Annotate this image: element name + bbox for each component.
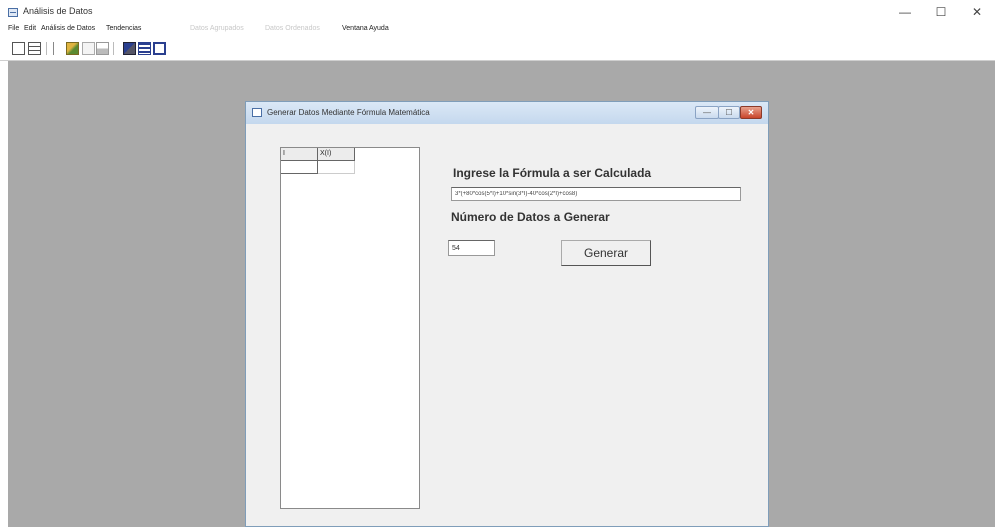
menu-ayuda[interactable]: Ayuda xyxy=(369,25,389,32)
list-icon[interactable] xyxy=(138,42,151,55)
data-grid[interactable]: I X(I) xyxy=(280,147,420,509)
formula-input[interactable] xyxy=(451,187,741,201)
toolbar xyxy=(0,37,995,61)
formula-label: Ingrese la Fórmula a ser Calculada xyxy=(453,166,652,180)
toolbar-separator xyxy=(46,42,47,55)
dialog-titlebar[interactable]: Generar Datos Mediante Fórmula Matemátic… xyxy=(246,102,768,124)
grid-icon[interactable] xyxy=(28,42,41,55)
dialog-close-button[interactable]: ✕ xyxy=(740,106,762,119)
dialog-icon xyxy=(252,108,262,117)
menubar: File Edit Análisis de Datos Tendencias D… xyxy=(0,23,995,37)
generate-data-dialog: Generar Datos Mediante Fórmula Matemátic… xyxy=(245,101,769,527)
menu-edit[interactable]: Edit xyxy=(24,25,36,32)
window-icon[interactable] xyxy=(153,42,166,55)
close-button[interactable]: ✕ xyxy=(959,0,995,24)
count-input[interactable] xyxy=(448,240,495,256)
new-document-icon[interactable] xyxy=(12,42,25,55)
menu-tendencias[interactable]: Tendencias xyxy=(106,25,141,32)
dialog-minimize-button[interactable]: — xyxy=(695,106,719,119)
menu-ventana[interactable]: Ventana xyxy=(342,25,368,32)
grid-cell[interactable] xyxy=(318,161,355,174)
menu-datos-agrupados[interactable]: Datos Agrupados xyxy=(190,25,244,32)
dialog-maximize-button[interactable]: ☐ xyxy=(718,106,740,119)
blank-icon[interactable] xyxy=(53,42,66,55)
app-icon xyxy=(8,8,18,17)
app-titlebar: Análisis de Datos — ☐ ✕ xyxy=(0,0,995,24)
maximize-button[interactable]: ☐ xyxy=(923,0,959,24)
window-controls: — ☐ ✕ xyxy=(887,0,995,24)
menu-file[interactable]: File xyxy=(8,25,19,32)
count-label: Número de Datos a Generar xyxy=(451,210,610,224)
settings-icon[interactable] xyxy=(123,42,136,55)
toolbar-separator xyxy=(113,42,114,55)
menu-analisis-de-datos[interactable]: Análisis de Datos xyxy=(41,25,95,32)
grid-header-xi[interactable]: X(I) xyxy=(318,148,355,161)
app-title: Análisis de Datos xyxy=(23,6,93,16)
dialog-title: Generar Datos Mediante Fórmula Matemátic… xyxy=(267,108,430,117)
minimize-button[interactable]: — xyxy=(887,0,923,24)
generate-button[interactable]: Generar xyxy=(561,240,651,266)
chart-icon[interactable] xyxy=(82,42,95,55)
menu-datos-ordenados[interactable]: Datos Ordenados xyxy=(265,25,320,32)
open-folder-icon[interactable] xyxy=(66,42,79,55)
grid-header-i[interactable]: I xyxy=(281,148,318,161)
grid-cell[interactable] xyxy=(281,161,318,174)
table-icon[interactable] xyxy=(96,42,109,55)
